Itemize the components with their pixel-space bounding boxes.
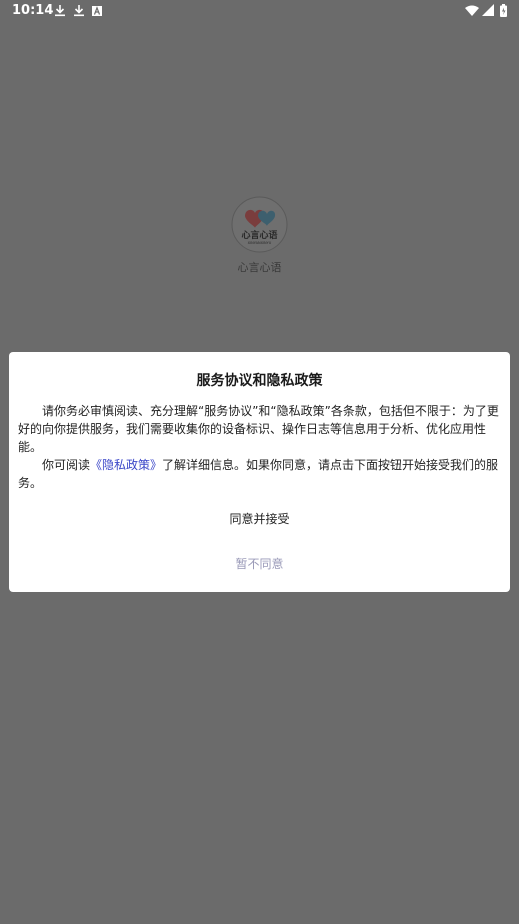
download-icon [73, 4, 85, 21]
privacy-dialog: 服务协议和隐私政策 请你务必审慎阅读、充分理解“服务协议”和“隐私政策”各条款，… [9, 352, 510, 592]
status-time: 10:14 [12, 3, 54, 18]
app-logo: 心言心语 XINYANXINYU [231, 196, 288, 253]
paragraph-2-prefix: 你可阅读 [42, 458, 91, 472]
app-name: 心言心语 [237, 261, 282, 274]
dialog-title: 服务协议和隐私政策 [196, 373, 323, 389]
logo-text: 心言心语 [241, 229, 277, 241]
dialog-body: 请你务必审慎阅读、充分理解“服务协议”和“隐私政策”各条款，包括但不限于：为了更… [18, 402, 502, 492]
agree-button[interactable]: 同意并接受 [9, 510, 510, 527]
a-icon [92, 5, 102, 20]
dialog-paragraph-1: 请你务必审慎阅读、充分理解“服务协议”和“隐私政策”各条款，包括但不限于：为了更… [18, 404, 499, 454]
battery-icon [500, 4, 507, 21]
wifi-icon [465, 5, 479, 20]
decline-button[interactable]: 暂不同意 [9, 555, 510, 572]
privacy-policy-link[interactable]: 《隐私政策》 [90, 458, 162, 472]
download-icon [54, 4, 66, 21]
status-bar: 10:14 [0, 0, 519, 22]
logo-subtext: XINYANXINYU [248, 241, 272, 245]
dialog-paragraph-2: 你可阅读《隐私政策》了解详细信息。如果你同意，请点击下面按钮开始接受我们的服务。 [18, 456, 502, 492]
signal-icon [482, 4, 494, 20]
